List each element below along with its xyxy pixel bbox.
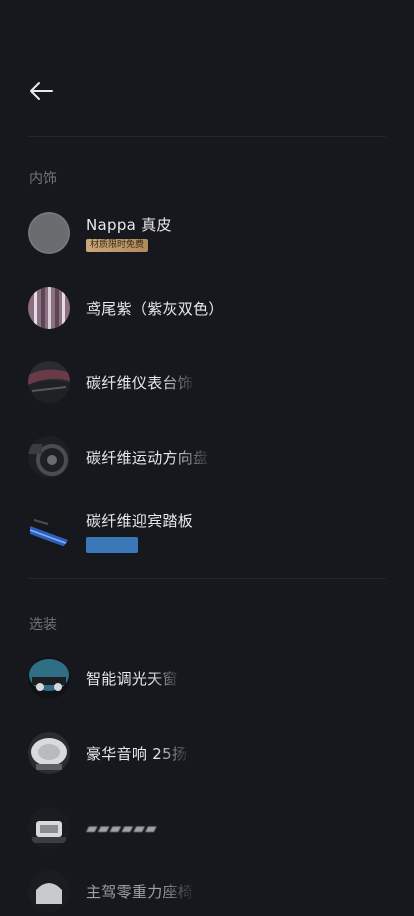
gray-swatch-icon xyxy=(28,212,70,254)
interior-item-iris-purple[interactable]: 鸢尾紫（紫灰双色） xyxy=(28,283,386,333)
option-item-obscured[interactable]: ▰▰▰▰▰▰ xyxy=(28,803,386,853)
door-sill-photo-icon xyxy=(28,510,70,552)
speaker-photo-icon xyxy=(28,732,70,774)
item-label: 豪华音响 25扬 xyxy=(86,744,188,763)
item-label: ▰▰▰▰▰▰ xyxy=(86,819,158,837)
interior-item-carbon-door-sill[interactable]: 碳纤维迎宾踏板 xyxy=(28,506,386,556)
blue-tag xyxy=(86,536,138,553)
item-label: 碳纤维迎宾踏板 xyxy=(86,511,194,530)
section-divider xyxy=(28,578,386,579)
option-item-premium-audio[interactable]: 豪华音响 25扬 xyxy=(28,728,386,778)
option-item-smart-sunroof[interactable]: 智能调光天窗 xyxy=(28,653,386,703)
steering-wheel-photo-icon xyxy=(28,436,70,478)
options-screen: 内饰 Nappa 真皮 材质限时免费 鸢尾紫（紫灰双色） 碳纤维仪表台饰 碳纤维… xyxy=(0,0,414,912)
seat-photo-icon xyxy=(28,870,70,912)
section-title-interior: 内饰 xyxy=(29,171,57,187)
dashboard-photo-icon xyxy=(28,361,70,403)
item-label: 鸢尾紫（紫灰双色） xyxy=(86,299,224,318)
interior-item-carbon-dashboard[interactable]: 碳纤维仪表台饰 xyxy=(28,357,386,407)
top-divider xyxy=(28,136,386,137)
item-label: 碳纤维运动方向盘 xyxy=(86,448,209,467)
sunroof-photo-icon xyxy=(28,657,70,699)
arrow-left-icon xyxy=(28,81,54,105)
option-item-zero-gravity-seat[interactable]: 主驾零重力座椅 xyxy=(28,866,386,916)
interior-item-nappa-leather[interactable]: Nappa 真皮 材质限时免费 xyxy=(28,208,386,258)
interior-photo-icon xyxy=(28,807,70,849)
back-button[interactable] xyxy=(22,74,60,112)
section-title-options: 选装 xyxy=(29,617,57,633)
item-label: Nappa 真皮 xyxy=(86,216,172,234)
interior-item-carbon-steering-wheel[interactable]: 碳纤维运动方向盘 xyxy=(28,432,386,482)
item-label: 智能调光天窗 xyxy=(86,669,178,688)
item-label: 主驾零重力座椅 xyxy=(86,882,194,901)
free-badge: 材质限时免费 xyxy=(86,239,149,252)
purple-stripe-swatch-icon xyxy=(28,287,70,329)
item-label: 碳纤维仪表台饰 xyxy=(86,373,194,392)
